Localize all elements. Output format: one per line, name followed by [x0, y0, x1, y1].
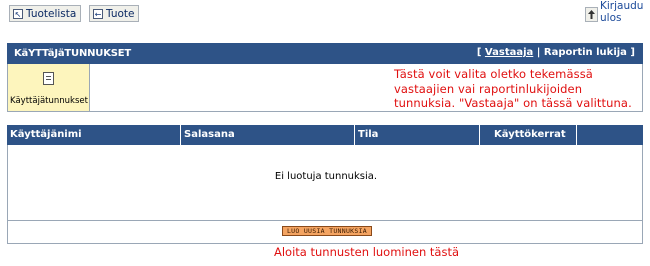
- column-header-password: Salasana: [180, 125, 354, 145]
- tab-label: Käyttäjätunnukset: [10, 96, 88, 106]
- bracket-open: [: [476, 47, 485, 58]
- logout-button[interactable]: Kirjaudu ulos: [585, 0, 649, 28]
- section-header: KäYTTäJäTUNNUKSET [ Vastaaja | Raportin …: [7, 43, 643, 64]
- left-arrow-icon: ←: [93, 8, 103, 19]
- productlist-label: Tuotelista: [26, 7, 77, 20]
- report-reader-link[interactable]: Raportin lukija: [544, 47, 627, 58]
- empty-message: Ei luotuja tunnuksia.: [274, 171, 378, 182]
- logout-icon: [585, 7, 598, 22]
- annotation-bottom: Aloita tunnusten luominen tästä: [274, 245, 460, 259]
- product-label: Tuote: [106, 7, 135, 20]
- column-header-username: Käyttäjänimi: [10, 129, 82, 140]
- column-header-status: Tila: [354, 125, 479, 145]
- page-title: KäYTTäJäTUNNUKSET: [14, 48, 132, 59]
- link-separator: |: [533, 47, 544, 58]
- create-accounts-button[interactable]: LUO UUSIA TUNNUKSIA: [282, 226, 372, 236]
- table-header: Käyttäjänimi Salasana Tila Käyttökerrat: [7, 125, 643, 145]
- column-header-extra: [576, 125, 643, 145]
- logout-label: Kirjaudu ulos: [600, 0, 644, 24]
- annotation-top: Tästä voit valita oletko tekemässä vasta…: [394, 67, 632, 110]
- tab-user-accounts[interactable]: Käyttäjätunnukset: [8, 64, 90, 111]
- respondent-link[interactable]: Vastaaja: [485, 47, 533, 58]
- back-arrow-icon: ↖: [13, 8, 23, 19]
- bracket-close: ]: [626, 47, 635, 58]
- document-icon: [43, 72, 54, 85]
- user-type-switch: [ Vastaaja | Raportin lukija ]: [477, 47, 635, 58]
- table-body: Ei luotuja tunnuksia. LUO UUSIA TUNNUKSI…: [7, 145, 643, 244]
- table-divider: [8, 220, 642, 221]
- column-header-usage-count: Käyttökerrat: [479, 125, 576, 145]
- product-button[interactable]: ← Tuote: [89, 5, 140, 22]
- productlist-button[interactable]: ↖ Tuotelista: [9, 5, 82, 22]
